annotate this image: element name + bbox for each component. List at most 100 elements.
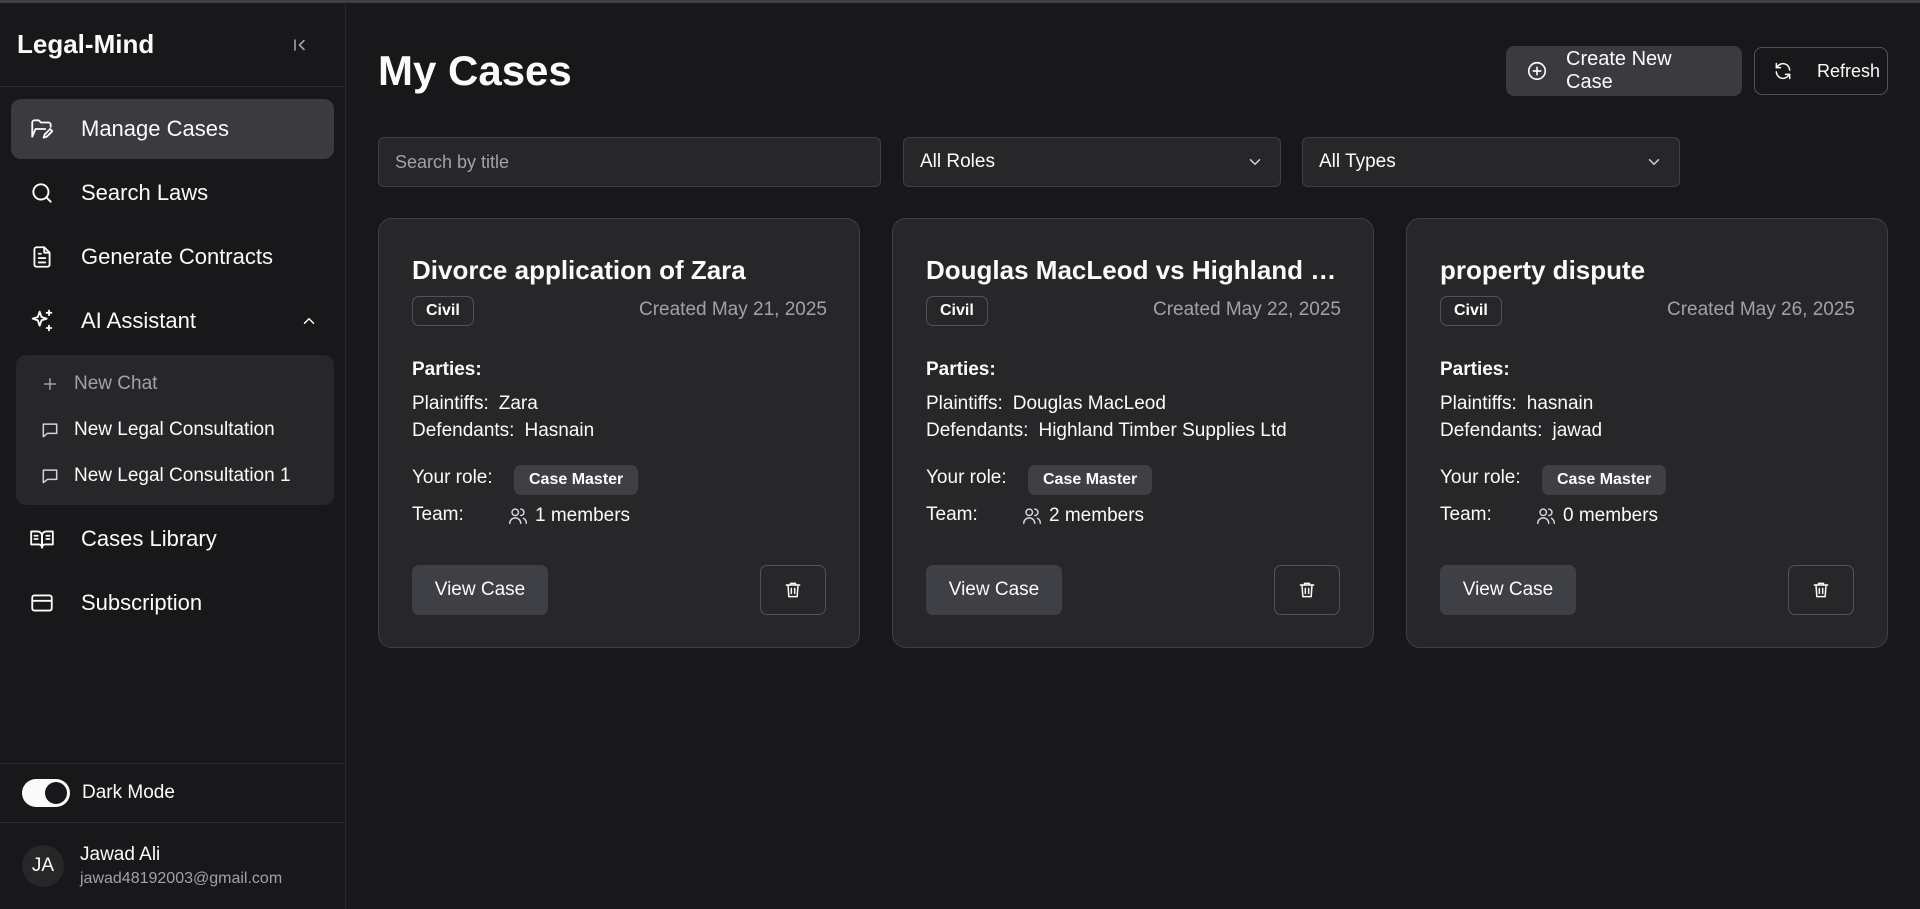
refresh-button[interactable]: Refresh [1754,47,1888,95]
view-case-button[interactable]: View Case [926,565,1062,615]
case-type-badge: Civil [926,296,988,326]
created-date: Created May 22, 2025 [1152,299,1341,320]
defendants-label: Defendants: [412,420,515,441]
users-icon [1535,505,1557,527]
submenu-item-label: New Legal Consultation 1 [74,465,291,486]
view-case-button[interactable]: View Case [1440,565,1576,615]
role-label: Your role: [412,467,493,488]
document-icon [27,242,57,272]
created-date: Created May 21, 2025 [638,299,827,320]
sidebar-item-generate-contracts[interactable]: Generate Contracts [11,227,334,287]
delete-case-button[interactable] [760,565,826,615]
chat-icon [40,466,60,486]
defendants-value: Highland Timber Supplies Ltd [1038,420,1287,441]
refresh-label: Refresh [1817,60,1881,81]
user-info: Jawad Ali jawad48192003@gmail.com [80,844,282,888]
chat-item[interactable]: New Legal Consultation 1 [16,453,334,499]
sidebar-header: Legal-Mind [0,3,345,87]
plus-circle-icon [1526,60,1548,82]
sidebar-item-label: Cases Library [81,526,217,551]
type-filter-select[interactable]: All Types [1302,137,1680,187]
page-header: My Cases Create New Case Refresh [378,3,1888,135]
create-new-case-label: Create New Case [1566,48,1672,93]
team-members: 0 members [1535,505,1658,527]
team-count: 1 members [535,505,631,526]
sidebar-item-manage-cases[interactable]: Manage Cases [11,99,334,159]
case-card: Douglas MacLeod vs Highland Timber Suppl… [892,218,1374,648]
team-count: 2 members [1049,505,1145,526]
user-name: Jawad Ali [80,844,161,865]
created-date: Created May 26, 2025 [1666,299,1855,320]
search-input[interactable] [378,137,881,187]
plaintiffs-label: Plaintiffs: [1440,393,1517,414]
ai-assistant-submenu: New Chat New Legal Consultation New Lega… [16,355,334,505]
team-label: Team: [926,504,978,525]
team-members: 1 members [507,505,630,527]
user-profile[interactable]: JA Jawad Ali jawad48192003@gmail.com [0,823,345,909]
trash-icon [1813,582,1829,598]
folder-edit-icon [27,114,57,144]
plaintiffs-value: hasnain [1526,393,1594,414]
plaintiffs-line: Plaintiffs: Zara [412,393,538,415]
sidebar-item-ai-assistant[interactable]: AI Assistant [11,291,334,351]
case-card: property dispute Civil Created May 26, 2… [1406,218,1888,648]
plaintiffs-line: Plaintiffs: hasnain [1440,393,1593,415]
create-new-case-button[interactable]: Create New Case [1506,46,1742,96]
dark-mode-row: Dark Mode [0,763,345,823]
type-filter-value: All Types [1319,151,1396,172]
role-badge: Case Master [1542,465,1667,495]
main-content: My Cases Create New Case Refresh All Rol… [378,3,1888,648]
submenu-item-label: New Legal Consultation [74,419,275,440]
plaintiffs-value: Zara [498,393,538,414]
defendants-value: jawad [1552,420,1603,441]
delete-case-button[interactable] [1274,565,1340,615]
sidebar-footer: Dark Mode JA Jawad Ali jawad48192003@gma… [0,763,345,909]
submenu-item-label: New Chat [74,373,158,394]
plaintiffs-label: Plaintiffs: [926,393,1003,414]
defendants-label: Defendants: [1440,420,1543,441]
book-open-icon [27,524,57,554]
role-filter-value: All Roles [920,151,995,172]
new-chat-button[interactable]: New Chat [16,361,334,407]
case-title: Douglas MacLeod vs Highland Timber Suppl… [926,255,1346,285]
refresh-icon [1773,61,1793,81]
trash-icon [785,582,801,598]
team-label: Team: [412,504,464,525]
sidebar-item-label: Subscription [81,590,203,615]
toggle-knob [45,782,67,804]
collapse-sidebar-icon[interactable] [289,34,311,56]
plaintiffs-line: Plaintiffs: Douglas MacLeod [926,393,1166,415]
chevron-down-icon [1246,153,1264,171]
search-icon [27,178,57,208]
case-type-badge: Civil [412,296,474,326]
sidebar-item-label: Search Laws [81,180,209,205]
case-title: property dispute [1440,255,1646,285]
view-case-button[interactable]: View Case [412,565,548,615]
users-icon [1021,505,1043,527]
case-card: Divorce application of Zara Civil Create… [378,218,860,648]
team-count: 0 members [1563,505,1659,526]
page-title: My Cases [378,47,572,94]
sidebar-item-cases-library[interactable]: Cases Library [11,509,334,569]
sidebar: Legal-Mind Manage Cases Search Laws Gene… [0,3,346,909]
dark-mode-label: Dark Mode [82,782,175,803]
chat-item[interactable]: New Legal Consultation [16,407,334,453]
role-badge: Case Master [1028,465,1153,495]
defendants-line: Defendants: Highland Timber Supplies Ltd [926,420,1287,442]
app-title: Legal-Mind [17,29,155,59]
defendants-value: Hasnain [524,420,595,441]
case-title: Divorce application of Zara [412,255,746,285]
team-members: 2 members [1021,505,1144,527]
defendants-line: Defendants: jawad [1440,420,1602,442]
sidebar-item-label: AI Assistant [81,308,196,333]
sidebar-item-label: Manage Cases [81,116,229,141]
dark-mode-toggle[interactable] [22,779,70,807]
case-type-badge: Civil [1440,296,1502,326]
delete-case-button[interactable] [1788,565,1854,615]
parties-heading: Parties: [1440,359,1510,380]
role-label: Your role: [926,467,1007,488]
sidebar-item-subscription[interactable]: Subscription [11,573,334,633]
role-filter-select[interactable]: All Roles [903,137,1281,187]
sidebar-item-search-laws[interactable]: Search Laws [11,163,334,223]
chevron-up-icon[interactable] [300,312,318,330]
